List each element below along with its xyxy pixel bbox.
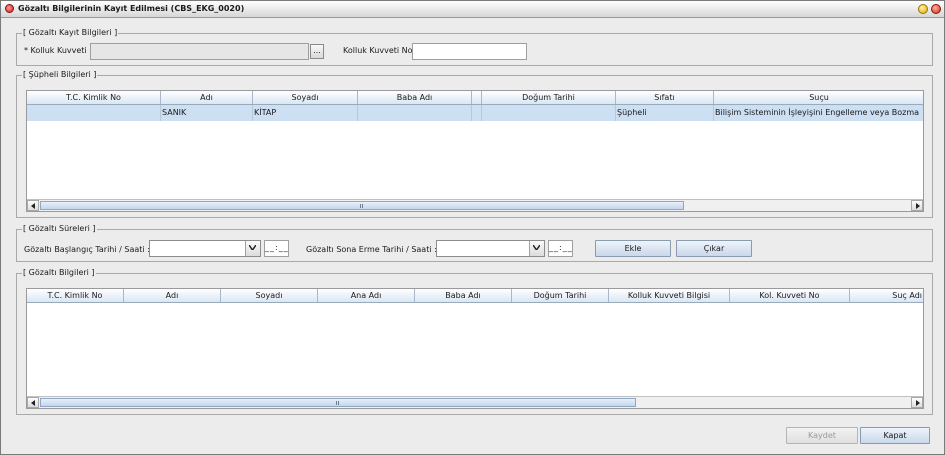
gozalti-legend: [ Gözaltı Bilgileri ] (22, 268, 96, 277)
close-icon[interactable] (931, 4, 941, 14)
arrow-left-icon[interactable] (27, 397, 39, 408)
ekle-button[interactable]: Ekle (595, 240, 671, 257)
chevron-down-icon[interactable] (529, 241, 544, 256)
baslangic-time-field[interactable]: __:__ (264, 240, 289, 257)
gozalti-table[interactable]: T.C. Kimlik No Adı Soyadı Ana Adı Baba A… (26, 288, 924, 409)
column-header[interactable]: T.C. Kimlik No (27, 289, 124, 302)
arrow-left-icon[interactable] (27, 200, 39, 211)
sureler-legend: [ Gözaltı Süreleri ] (22, 224, 97, 233)
kolluk-kuvveti-field[interactable] (90, 43, 309, 60)
window: Gözaltı Bilgilerinin Kayıt Edilmesi (CBS… (0, 0, 945, 455)
column-header[interactable]: Kol. Kuvveti No (730, 289, 850, 302)
column-header[interactable]: T.C. Kimlik No (27, 91, 161, 104)
column-header[interactable]: Suçu (714, 91, 923, 104)
table-row[interactable]: SANIK KİTAP Şüpheli Bilişim Sisteminin İ… (27, 105, 923, 121)
scroll-thumb[interactable] (40, 201, 684, 210)
table-cell: Şüpheli (616, 105, 714, 121)
arrow-right-icon[interactable] (911, 397, 923, 408)
column-header[interactable]: Kolluk Kuvveti Bilgisi (609, 289, 730, 302)
baslangic-label: Gözaltı Başlangıç Tarihi / Saati : (24, 245, 150, 254)
gozalti-hscroll[interactable] (27, 396, 923, 408)
gozalti-group: [ Gözaltı Bilgileri ] T.C. Kimlik No Adı… (16, 268, 933, 415)
supheli-hscroll[interactable] (27, 199, 923, 211)
gozalti-table-header: T.C. Kimlik No Adı Soyadı Ana Adı Baba A… (27, 289, 923, 303)
sona-erme-label: Gözaltı Sona Erme Tarihi / Saati : (306, 245, 437, 254)
kapat-button[interactable]: Kapat (860, 427, 930, 444)
baslangic-date-combo[interactable] (149, 240, 261, 257)
column-header[interactable]: Doğum Tarihi (512, 289, 609, 302)
table-cell (358, 105, 472, 121)
sona-erme-time-field[interactable]: __:__ (548, 240, 573, 257)
supheli-table[interactable]: T.C. Kimlik No Adı Soyadı Baba Adı Doğum… (26, 90, 924, 212)
table-cell: Bilişim Sisteminin İşleyişini Engelleme … (714, 105, 923, 121)
kolluk-kuvveti-no-field[interactable] (412, 43, 527, 60)
supheli-table-header: T.C. Kimlik No Adı Soyadı Baba Adı Doğum… (27, 91, 923, 105)
kayit-legend: [ Gözaltı Kayıt Bilgileri ] (22, 28, 119, 37)
column-header[interactable]: Doğum Tarihi (482, 91, 616, 104)
kaydet-button[interactable]: Kaydet (786, 427, 858, 444)
kolluk-kuvveti-label: * Kolluk Kuvveti : (24, 46, 92, 55)
column-header[interactable]: Soyadı (253, 91, 358, 104)
arrow-right-icon[interactable] (911, 200, 923, 211)
kolluk-kuvveti-browse-button[interactable]: ... (310, 44, 324, 59)
chevron-down-icon[interactable] (245, 241, 260, 256)
title-bar: Gözaltı Bilgilerinin Kayıt Edilmesi (CBS… (1, 1, 944, 18)
table-cell (482, 105, 616, 121)
sureler-group: [ Gözaltı Süreleri ] Gözaltı Başlangıç T… (16, 224, 933, 262)
minimize-icon[interactable] (918, 4, 928, 14)
table-cell (27, 105, 161, 121)
table-cell: KİTAP (253, 105, 358, 121)
column-header[interactable]: Ana Adı (318, 289, 415, 302)
column-header[interactable] (472, 91, 482, 104)
sona-erme-date-combo[interactable] (436, 240, 545, 257)
column-header[interactable]: Suç Adı (850, 289, 923, 302)
column-header[interactable]: Baba Adı (358, 91, 472, 104)
column-header[interactable]: Soyadı (221, 289, 318, 302)
column-header[interactable]: Sıfatı (616, 91, 714, 104)
supheli-legend: [ Şüpheli Bilgileri ] (22, 70, 98, 79)
scroll-thumb[interactable] (40, 398, 636, 407)
kayit-group: [ Gözaltı Kayıt Bilgileri ] * Kolluk Kuv… (16, 28, 933, 66)
cikar-button[interactable]: Çıkar (676, 240, 752, 257)
column-header[interactable]: Adı (161, 91, 253, 104)
table-cell: SANIK (161, 105, 253, 121)
app-icon (5, 4, 14, 13)
column-header[interactable]: Baba Adı (415, 289, 512, 302)
window-title: Gözaltı Bilgilerinin Kayıt Edilmesi (CBS… (18, 4, 245, 13)
table-cell (472, 105, 482, 121)
supheli-group: [ Şüpheli Bilgileri ] T.C. Kimlik No Adı… (16, 70, 933, 218)
column-header[interactable]: Adı (124, 289, 221, 302)
kolluk-kuvveti-no-label: Kolluk Kuvveti No : (343, 46, 418, 55)
